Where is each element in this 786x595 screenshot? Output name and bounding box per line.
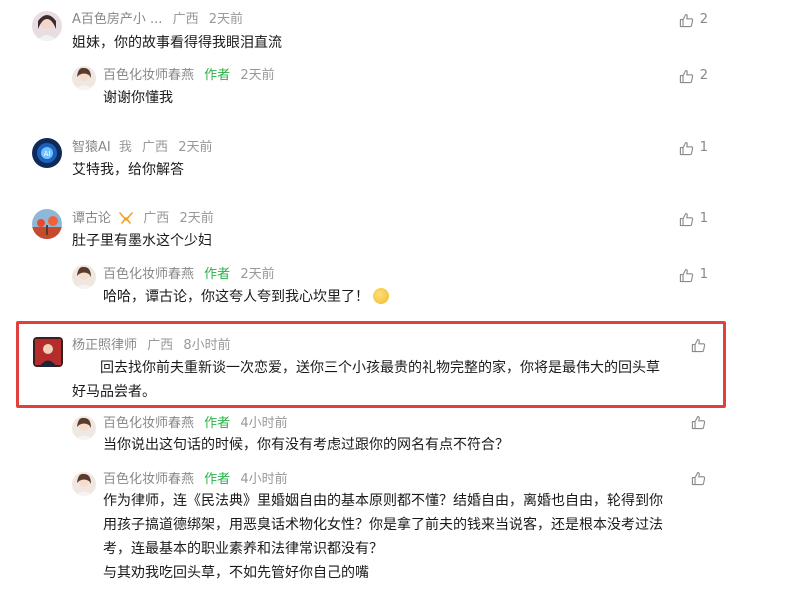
thumbs-up-icon bbox=[679, 268, 694, 283]
like-button[interactable] bbox=[691, 338, 706, 353]
author-avatar[interactable] bbox=[72, 66, 96, 90]
reply-text: 谢谢你懂我 bbox=[103, 90, 173, 106]
location: 广西 bbox=[147, 338, 174, 353]
thumbs-up-icon bbox=[691, 338, 706, 353]
author-avatar[interactable] bbox=[72, 265, 96, 289]
author-tag: 作者 bbox=[204, 472, 231, 487]
timestamp: 2天前 bbox=[208, 12, 244, 27]
username[interactable]: 百色化妆师春燕 bbox=[103, 267, 194, 282]
self-tag: 我 bbox=[118, 140, 132, 155]
comment-text-line: 好马品尝者。 bbox=[72, 384, 156, 400]
like-button[interactable]: 1 bbox=[679, 139, 708, 157]
thumbs-up-icon bbox=[679, 13, 694, 28]
username[interactable]: 杨正照律师 bbox=[72, 338, 137, 353]
like-button[interactable]: 1 bbox=[679, 210, 708, 228]
thumbs-up-icon bbox=[679, 69, 694, 84]
username[interactable]: 百色化妆师春燕 bbox=[103, 416, 194, 431]
comment-text: 艾特我，给你解答 bbox=[72, 162, 184, 178]
reply-text-line: 作为律师，连《民法典》里婚姻自由的基本原则都不懂？结婚自由，离婚也自由，轮得到你 bbox=[103, 493, 663, 509]
like-count: 2 bbox=[699, 12, 708, 27]
reply-meta: 百色化妆师春燕 作者 4小时前 bbox=[103, 415, 288, 433]
like-count: 2 bbox=[699, 68, 708, 83]
timestamp: 4小时前 bbox=[240, 472, 288, 487]
comment-text: 回去找你前夫重新谈一次恋爱，送你三个小孩最贵的礼物完整的家，你将是最伟大的回头草… bbox=[72, 356, 712, 404]
user-avatar[interactable] bbox=[32, 209, 62, 239]
reply-meta: 百色化妆师春燕 作者 2天前 bbox=[103, 266, 275, 284]
author-avatar[interactable] bbox=[72, 472, 96, 496]
timestamp: 2天前 bbox=[178, 140, 213, 155]
like-button[interactable]: 2 bbox=[679, 67, 708, 85]
timestamp: 8小时前 bbox=[183, 338, 231, 353]
like-count: 1 bbox=[699, 267, 708, 282]
reply-text-line: 用孩子搞道德绑架，用恶臭话术物化女性？你是拿了前夫的钱来当说客，还是根本没考过法 bbox=[103, 517, 663, 533]
like-count: 1 bbox=[699, 211, 708, 226]
timestamp: 2天前 bbox=[240, 267, 275, 282]
user-avatar[interactable]: AI bbox=[32, 138, 62, 168]
username[interactable]: 智猿AI bbox=[72, 140, 111, 155]
thumbs-up-icon bbox=[679, 141, 694, 156]
thinking-face-emoji bbox=[373, 288, 389, 304]
timestamp: 2天前 bbox=[240, 68, 275, 83]
thumbs-up-icon bbox=[691, 415, 706, 430]
ribbon-icon bbox=[119, 212, 133, 224]
timestamp: 4小时前 bbox=[240, 416, 288, 431]
comment-text: 姐妹，你的故事看得得我眼泪直流 bbox=[72, 35, 282, 51]
thumbs-up-icon bbox=[679, 212, 694, 227]
comment-meta: 智猿AI 我 广西 2天前 bbox=[72, 139, 212, 157]
user-avatar[interactable] bbox=[32, 11, 62, 41]
location: 广西 bbox=[143, 211, 170, 226]
location: 广西 bbox=[142, 140, 169, 155]
author-tag: 作者 bbox=[204, 267, 231, 282]
reply-text: 哈哈，谭古论，你这夸人夸到我心坎里了！ bbox=[103, 285, 389, 309]
timestamp: 2天前 bbox=[179, 211, 214, 226]
reply-text-line: 考，连最基本的职业素养和法律常识都没有？ bbox=[103, 541, 383, 557]
thumbs-up-icon bbox=[691, 471, 706, 486]
reply-text-content: 哈哈，谭古论，你这夸人夸到我心坎里了！ bbox=[103, 289, 369, 305]
reply-text: 作为律师，连《民法典》里婚姻自由的基本原则都不懂？结婚自由，离婚也自由，轮得到你… bbox=[103, 489, 713, 585]
svg-text:AI: AI bbox=[44, 150, 51, 158]
like-button[interactable] bbox=[691, 415, 706, 430]
reply-text: 当你说出这句话的时候，你有没有考虑过跟你的网名有点不符合？ bbox=[103, 437, 509, 453]
username[interactable]: 百色化妆师春燕 bbox=[103, 68, 194, 83]
username[interactable]: 谭古论 bbox=[72, 211, 111, 226]
user-avatar[interactable] bbox=[33, 337, 63, 367]
username[interactable]: A百色房产小 ... bbox=[72, 12, 162, 27]
like-button[interactable] bbox=[691, 471, 706, 486]
comment-meta: 杨正照律师 广西 8小时前 bbox=[72, 337, 231, 355]
reply-text-line: 与其劝我吃回头草，不如先管好你自己的嘴 bbox=[103, 565, 369, 581]
comment-meta: 谭古论 广西 2天前 bbox=[72, 210, 214, 228]
like-button[interactable]: 1 bbox=[679, 266, 708, 284]
like-button[interactable]: 2 bbox=[679, 11, 708, 29]
reply-meta: 百色化妆师春燕 作者 4小时前 bbox=[103, 471, 288, 489]
location: 广西 bbox=[172, 12, 199, 27]
username[interactable]: 百色化妆师春燕 bbox=[103, 472, 194, 487]
comment-text: 肚子里有墨水这个少妇 bbox=[72, 233, 212, 249]
author-tag: 作者 bbox=[204, 416, 231, 431]
like-count: 1 bbox=[699, 140, 708, 155]
author-tag: 作者 bbox=[204, 68, 231, 83]
comment-text-line: 回去找你前夫重新谈一次恋爱，送你三个小孩最贵的礼物完整的家，你将是最伟大的回头草 bbox=[100, 360, 660, 376]
author-avatar[interactable] bbox=[72, 416, 96, 440]
reply-meta: 百色化妆师春燕 作者 2天前 bbox=[103, 67, 275, 85]
comment-meta: A百色房产小 ... 广西 2天前 bbox=[72, 11, 243, 29]
